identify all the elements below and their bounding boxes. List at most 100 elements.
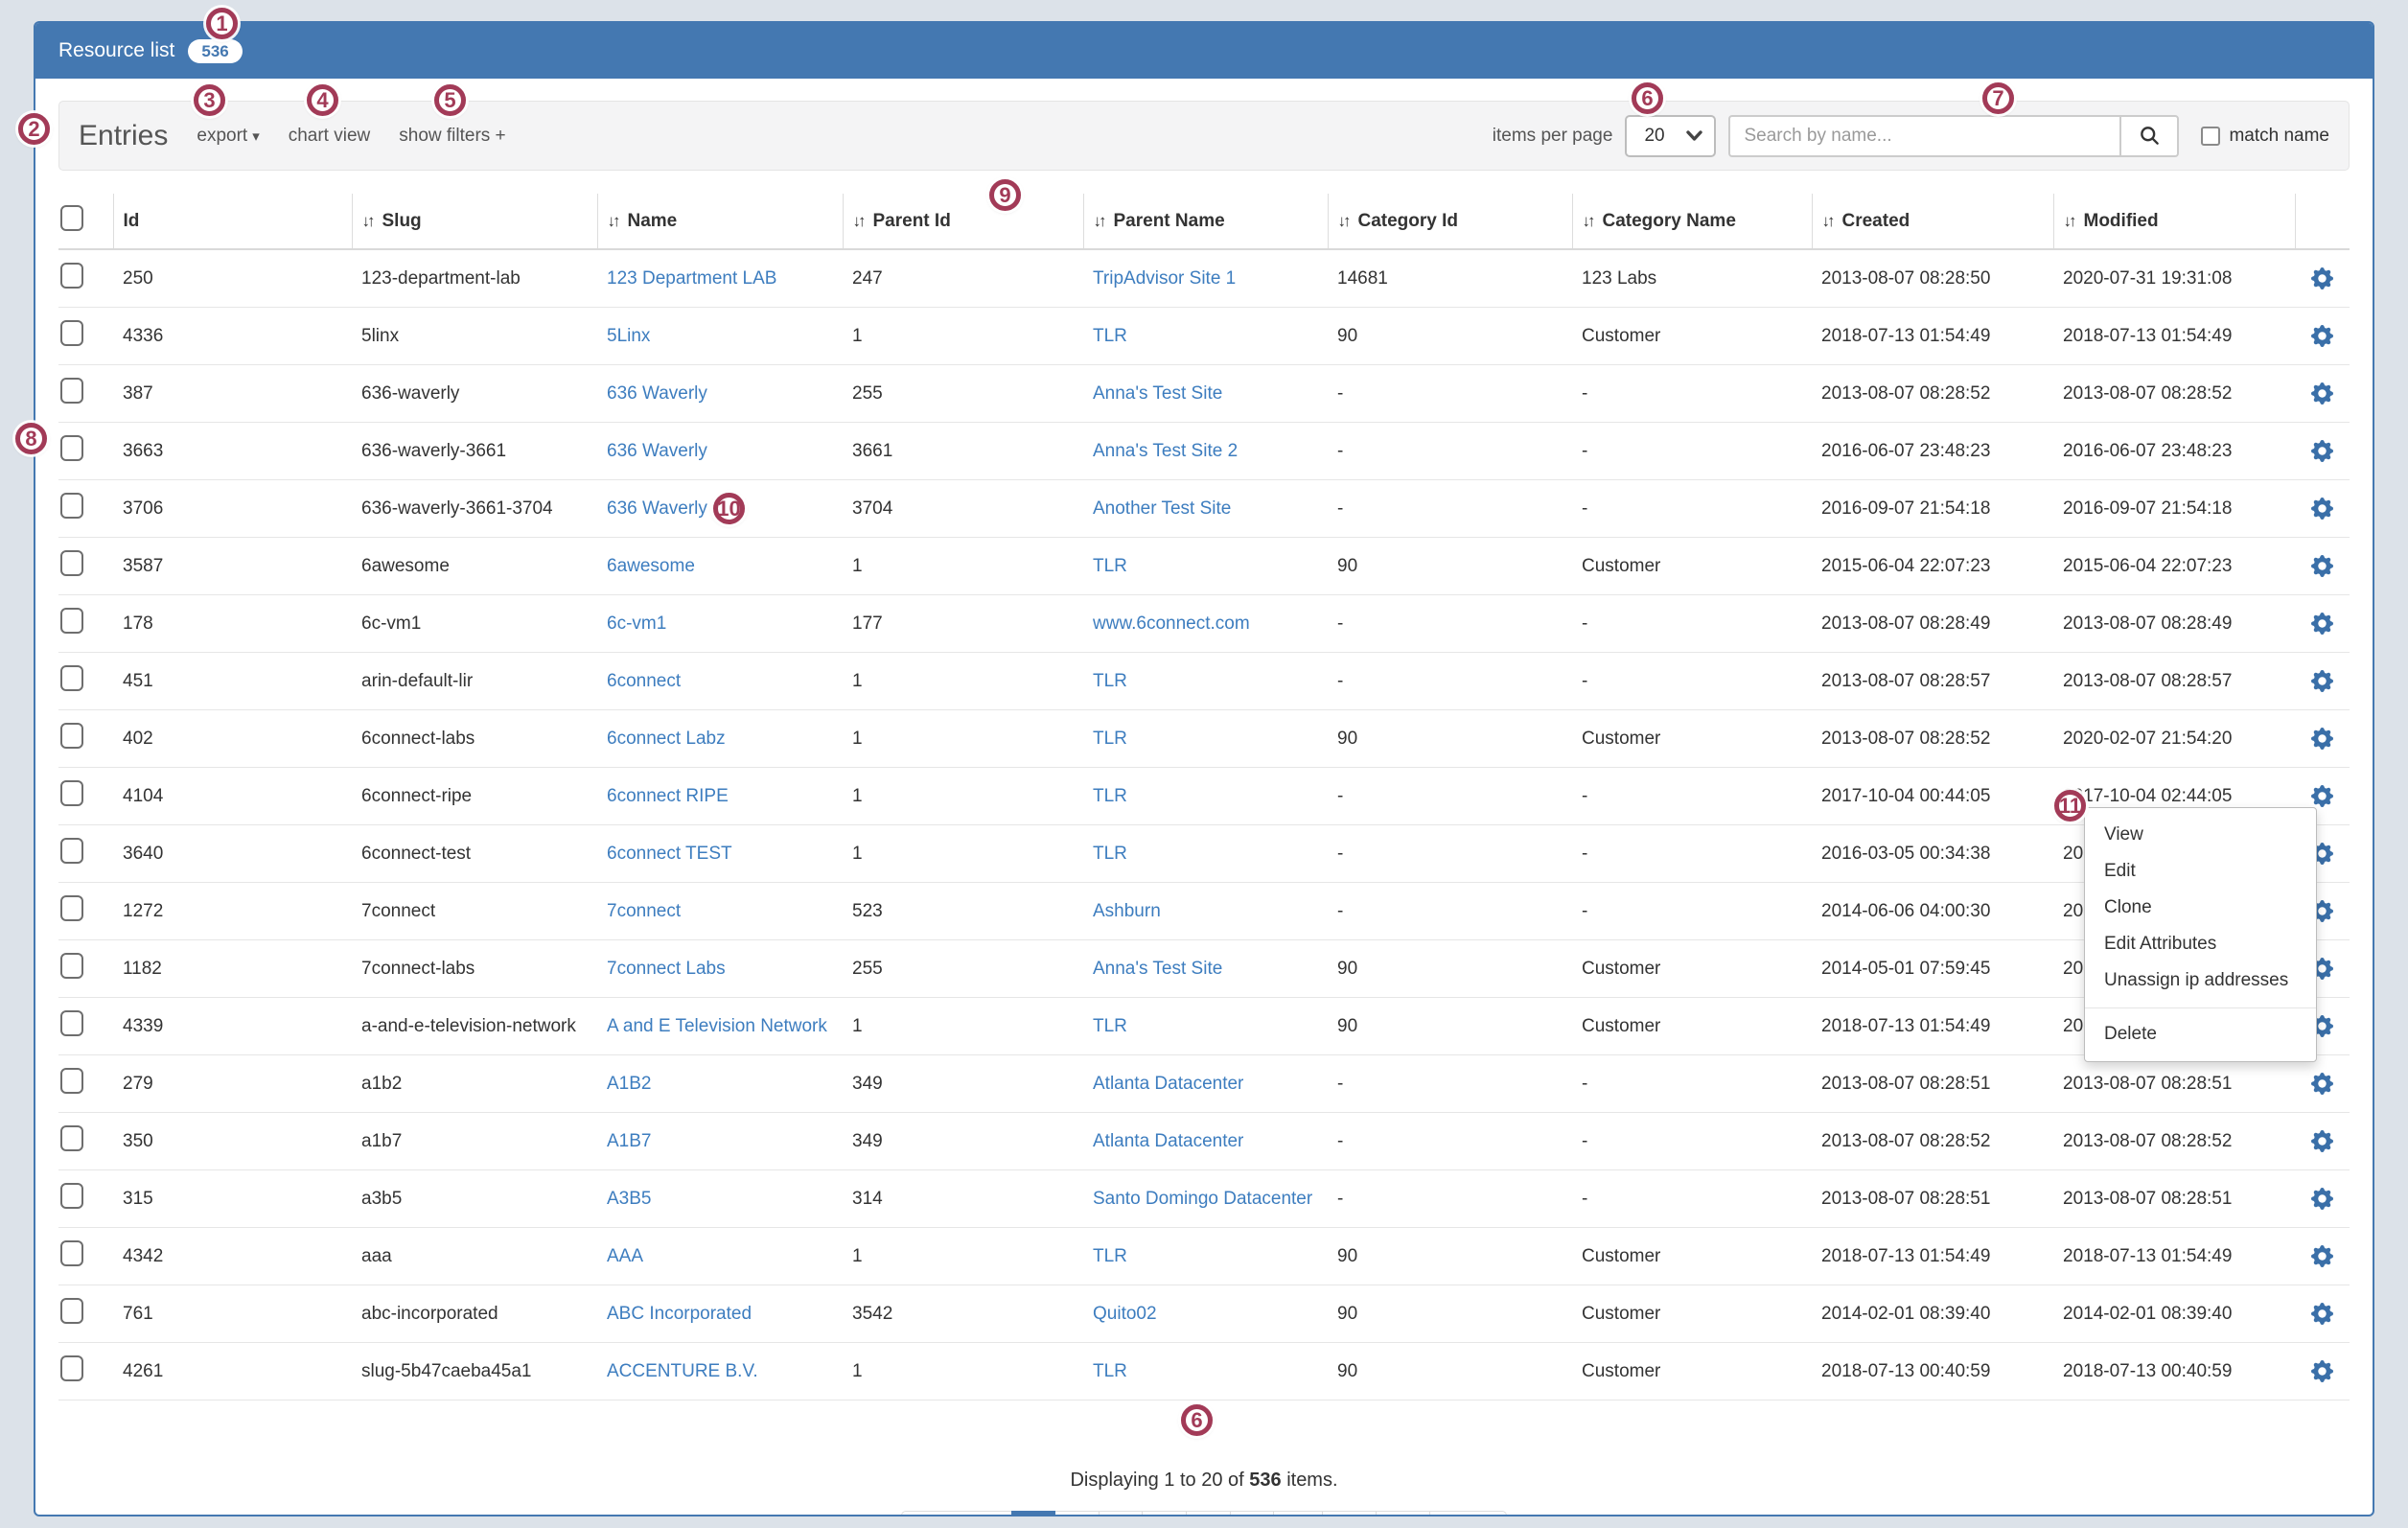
name-link[interactable]: 123 Department LAB: [607, 268, 776, 289]
name-link[interactable]: 7connect: [607, 901, 681, 921]
name-link[interactable]: 6c-vm1: [607, 614, 666, 634]
menu-item[interactable]: Unassign ip addresses: [2085, 962, 2316, 999]
menu-item[interactable]: Edit Attributes: [2085, 926, 2316, 962]
row-checkbox[interactable]: [60, 1010, 83, 1036]
name-link[interactable]: A and E Television Network: [607, 1016, 827, 1036]
name-link[interactable]: AAA: [607, 1246, 643, 1266]
select-all-checkbox[interactable]: [60, 205, 83, 231]
parent-name-link[interactable]: TLR: [1093, 326, 1127, 346]
name-link[interactable]: 6connect TEST: [607, 844, 732, 864]
row-actions-button[interactable]: [2311, 555, 2333, 577]
row-checkbox[interactable]: [60, 320, 83, 346]
parent-name-link[interactable]: Ashburn: [1093, 901, 1161, 921]
parent-name-link[interactable]: Santo Domingo Datacenter: [1093, 1189, 1312, 1209]
row-checkbox[interactable]: [60, 780, 83, 806]
parent-name-link[interactable]: TLR: [1093, 844, 1127, 864]
column-header[interactable]: ↓↑Category Name: [1572, 194, 1812, 249]
row-checkbox[interactable]: [60, 665, 83, 691]
menu-item[interactable]: Delete: [2085, 1007, 2316, 1053]
menu-item[interactable]: Clone: [2085, 890, 2316, 926]
name-link[interactable]: 6connect: [607, 671, 681, 691]
name-link[interactable]: ABC Incorporated: [607, 1304, 752, 1324]
parent-name-link[interactable]: Anna's Test Site: [1093, 959, 1222, 979]
parent-name-link[interactable]: Atlanta Datacenter: [1093, 1074, 1243, 1094]
row-checkbox[interactable]: [60, 1068, 83, 1094]
row-actions-button[interactable]: [2311, 1188, 2333, 1210]
column-header[interactable]: ↓↑Category Id: [1328, 194, 1572, 249]
row-checkbox[interactable]: [60, 953, 83, 979]
search-input[interactable]: [1728, 115, 2119, 157]
row-checkbox[interactable]: [60, 1298, 83, 1324]
row-actions-button[interactable]: [2311, 382, 2333, 405]
page-button[interactable]: 26: [1322, 1511, 1377, 1516]
row-checkbox[interactable]: [60, 435, 83, 461]
page-button[interactable]: 5: [1186, 1511, 1231, 1516]
page-button[interactable]: 27: [1376, 1511, 1430, 1516]
row-actions-button[interactable]: [2311, 1073, 2333, 1095]
row-checkbox[interactable]: [60, 1183, 83, 1209]
page-button[interactable]: 3: [1099, 1511, 1144, 1516]
row-actions-button[interactable]: [2311, 267, 2333, 289]
page-button[interactable]: 1: [1011, 1511, 1056, 1516]
row-checkbox[interactable]: [60, 263, 83, 289]
parent-name-link[interactable]: TLR: [1093, 1361, 1127, 1381]
search-button[interactable]: [2119, 115, 2179, 157]
page-button[interactable]: Next: [1429, 1511, 1507, 1516]
row-checkbox[interactable]: [60, 1355, 83, 1381]
column-header[interactable]: ↓↑Name: [597, 194, 843, 249]
chart-view-button[interactable]: chart view: [289, 126, 371, 147]
row-actions-button[interactable]: [2311, 1130, 2333, 1152]
name-link[interactable]: A1B7: [607, 1131, 651, 1151]
column-header[interactable]: ↓↑Parent Id: [843, 194, 1083, 249]
row-checkbox[interactable]: [60, 723, 83, 749]
export-button[interactable]: export▾: [197, 126, 259, 147]
parent-name-link[interactable]: TripAdvisor Site 1: [1093, 268, 1236, 289]
page-button[interactable]: Previous: [901, 1511, 1012, 1516]
name-link[interactable]: A1B2: [607, 1074, 651, 1094]
items-per-page-select[interactable]: 20: [1625, 115, 1716, 157]
name-link[interactable]: 6connect Labz: [607, 729, 726, 749]
row-checkbox[interactable]: [60, 895, 83, 921]
row-checkbox[interactable]: [60, 493, 83, 519]
menu-item[interactable]: View: [2085, 817, 2316, 853]
row-checkbox[interactable]: [60, 378, 83, 404]
page-button[interactable]: ...: [1273, 1511, 1323, 1516]
page-button[interactable]: 4: [1142, 1511, 1187, 1516]
parent-name-link[interactable]: Atlanta Datacenter: [1093, 1131, 1243, 1151]
name-link[interactable]: ACCENTURE B.V.: [607, 1361, 758, 1381]
row-checkbox[interactable]: [60, 608, 83, 634]
parent-name-link[interactable]: TLR: [1093, 671, 1127, 691]
menu-item[interactable]: Edit: [2085, 853, 2316, 890]
parent-name-link[interactable]: TLR: [1093, 1016, 1127, 1036]
column-header[interactable]: ↓↑Created: [1812, 194, 2053, 249]
row-actions-button[interactable]: [2311, 1245, 2333, 1267]
parent-name-link[interactable]: TLR: [1093, 1246, 1127, 1266]
parent-name-link[interactable]: Quito02: [1093, 1304, 1157, 1324]
parent-name-link[interactable]: TLR: [1093, 729, 1127, 749]
name-link[interactable]: 5Linx: [607, 326, 650, 346]
row-actions-button[interactable]: [2311, 728, 2333, 750]
name-link[interactable]: 6awesome: [607, 556, 695, 576]
row-checkbox[interactable]: [60, 1240, 83, 1266]
row-actions-button[interactable]: [2311, 325, 2333, 347]
show-filters-button[interactable]: show filters +: [399, 126, 505, 147]
row-actions-button[interactable]: [2311, 1303, 2333, 1325]
parent-name-link[interactable]: Anna's Test Site: [1093, 383, 1222, 404]
parent-name-link[interactable]: TLR: [1093, 556, 1127, 576]
parent-name-link[interactable]: Anna's Test Site 2: [1093, 441, 1238, 461]
column-header[interactable]: ↓↑Parent Name: [1083, 194, 1328, 249]
parent-name-link[interactable]: www.6connect.com: [1093, 614, 1250, 634]
row-actions-button[interactable]: [2311, 498, 2333, 520]
name-link[interactable]: 6connect RIPE: [607, 786, 729, 806]
name-link[interactable]: 636 Waverly: [607, 441, 707, 461]
name-link[interactable]: 7connect Labs: [607, 959, 726, 979]
name-link[interactable]: 636 Waverly: [607, 383, 707, 404]
row-actions-button[interactable]: [2311, 613, 2333, 635]
match-name-checkbox[interactable]: [2201, 127, 2220, 146]
parent-name-link[interactable]: TLR: [1093, 786, 1127, 806]
row-checkbox[interactable]: [60, 550, 83, 576]
row-checkbox[interactable]: [60, 838, 83, 864]
name-link[interactable]: A3B5: [607, 1189, 651, 1209]
page-button[interactable]: 6: [1230, 1511, 1275, 1516]
row-actions-button[interactable]: [2311, 785, 2333, 807]
